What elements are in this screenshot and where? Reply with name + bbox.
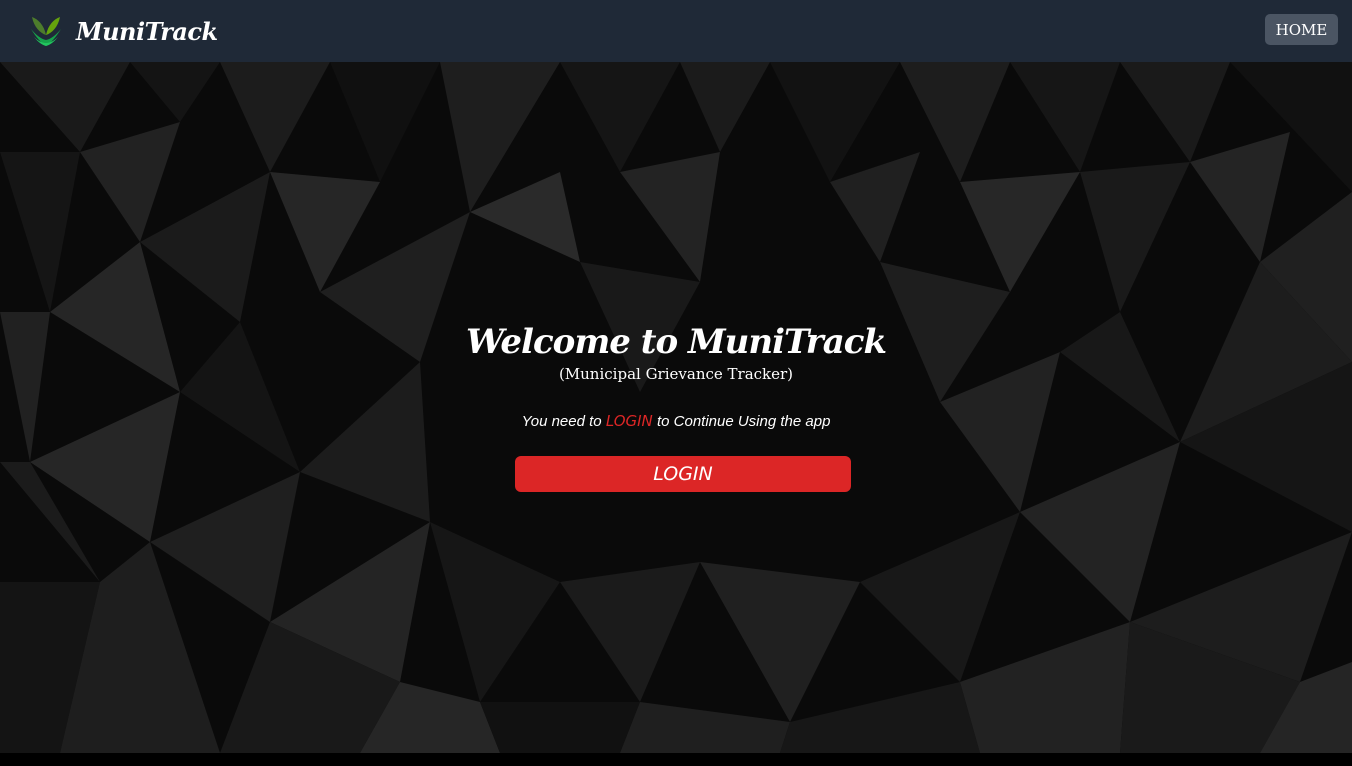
login-note-link[interactable]: LOGIN <box>606 412 653 430</box>
leaf-logo-icon <box>28 13 64 49</box>
login-note: You need to LOGIN to Continue Using the … <box>0 412 1352 430</box>
welcome-subtitle: (Municipal Grievance Tracker) <box>558 365 794 383</box>
footer-strip <box>0 753 1352 766</box>
home-button[interactable]: HOME <box>1265 14 1338 45</box>
login-button[interactable]: LOGIN <box>515 456 851 492</box>
brand-name: MuniTrack <box>76 16 218 46</box>
hero-section <box>0 62 1352 753</box>
login-note-prefix: You need to <box>521 413 606 430</box>
brand-link[interactable]: MuniTrack <box>28 12 218 50</box>
welcome-title: Welcome to MuniTrack <box>465 322 887 362</box>
login-note-suffix: to Continue Using the app <box>652 413 831 430</box>
top-navbar: MuniTrack HOME <box>0 0 1352 62</box>
polygon-background <box>0 62 1352 753</box>
